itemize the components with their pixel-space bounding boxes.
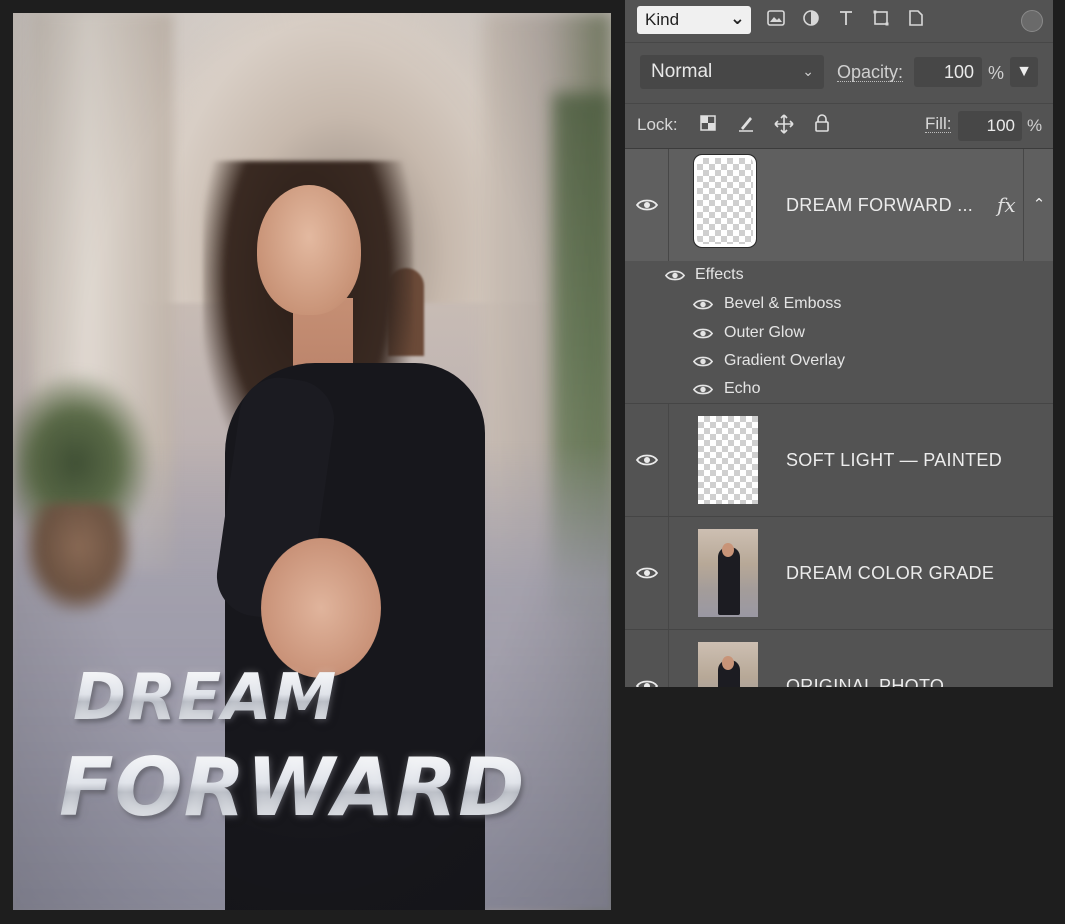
effects-label[interactable]: Effects [695,266,744,284]
lock-row: Lock: Fill: 100 % [625,104,1053,149]
layer-visibility-toggle[interactable] [625,149,669,261]
lock-image-pixels-icon[interactable] [735,114,757,136]
collapse-effects-icon[interactable]: ⌃ [1023,149,1053,261]
thumbnail-head [722,543,734,557]
blend-mode-value: Normal [651,61,713,82]
layer-row-dream-color-grade[interactable]: DREAM COLOR GRADE [625,517,1053,630]
filter-kind-select[interactable]: Kind ⌄ [637,6,751,34]
fill-label[interactable]: Fill: [925,115,952,133]
effect-item-outer-glow[interactable]: Outer Glow [724,324,805,342]
lock-position-icon[interactable] [773,114,795,136]
lock-transparent-pixels-icon[interactable] [697,114,719,136]
opacity-input[interactable]: 100 [914,57,982,87]
title-text-line-2: FORWARD [59,741,526,834]
lock-label: Lock: [637,115,678,134]
type-filter-icon[interactable] [835,9,857,31]
fill-percent: % [1027,116,1043,135]
layer-visibility-toggle[interactable] [625,630,669,687]
opacity-label[interactable]: Opacity: [837,63,904,82]
layer-row-soft-light-painted[interactable]: SOFT LIGHT — PAINTED [625,404,1053,517]
eye-icon[interactable] [693,327,715,341]
layer-thumbnail [693,154,757,248]
effect-item-gradient-overlay[interactable]: Gradient Overlay [724,352,845,370]
layer-thumbnail [698,642,758,687]
layer-visibility-toggle[interactable] [625,517,669,629]
eye-icon[interactable] [693,383,715,397]
shape-filter-icon[interactable] [870,9,892,31]
eye-icon[interactable] [693,355,715,369]
layers-panel: Kind ⌄ Normal ⌄ Opacity: 100 % ▼ Lock: F… [625,0,1053,687]
layer-visibility-toggle[interactable] [625,404,669,516]
effect-item-echo[interactable]: Echo [724,380,760,398]
layer-name[interactable]: DREAM COLOR GRADE [786,563,994,584]
opacity-percent: % [988,63,1005,83]
layer-thumbnail [698,416,758,504]
opacity-slider-dropdown[interactable]: ▼ [1010,57,1038,87]
layer-effects-list: Effects Bevel & Emboss Outer Glow Gradie… [625,261,1053,404]
eye-icon [636,566,658,580]
fill-input[interactable]: 100 [958,111,1022,141]
layer-row-original-photo[interactable]: ORIGINAL PHOTO [625,630,1053,687]
layer-effects-icon[interactable]: fx [997,193,1016,217]
eye-icon [636,198,658,212]
layer-name[interactable]: ORIGINAL PHOTO [786,676,944,687]
adjustment-filter-icon[interactable] [800,9,822,31]
layer-name[interactable]: SOFT LIGHT — PAINTED [786,450,1002,471]
thumbnail-figure [718,547,740,615]
effect-item-bevel-emboss[interactable]: Bevel & Emboss [724,295,841,313]
blend-mode-row: Normal ⌄ Opacity: 100 % ▼ [625,43,1053,104]
thumbnail-head [722,656,734,670]
layer-filter-row: Kind ⌄ [625,0,1053,43]
chevron-down-icon: ⌄ [729,8,745,28]
eye-icon [636,453,658,467]
filter-toggle-icon[interactable] [1021,10,1043,32]
lock-all-icon[interactable] [811,114,833,136]
smart-object-filter-icon[interactable] [905,9,927,31]
eye-icon[interactable] [665,269,687,283]
eye-icon [636,679,658,687]
eye-icon[interactable] [693,298,715,312]
pixel-filter-icon[interactable] [765,9,787,31]
layer-name[interactable]: DREAM FORWARD ... [786,195,973,216]
layer-thumbnail [698,529,758,617]
layer-row-dream-forward[interactable]: DREAM FORWARD ... fx ⌃ [625,149,1053,262]
canvas-image: DREAM FORWARD [13,13,611,910]
filter-kind-label: Kind [645,10,680,29]
title-text-line-1: DREAM [73,661,338,735]
blend-mode-select[interactable]: Normal ⌄ [640,55,824,89]
chevron-down-icon: ⌄ [802,63,814,79]
